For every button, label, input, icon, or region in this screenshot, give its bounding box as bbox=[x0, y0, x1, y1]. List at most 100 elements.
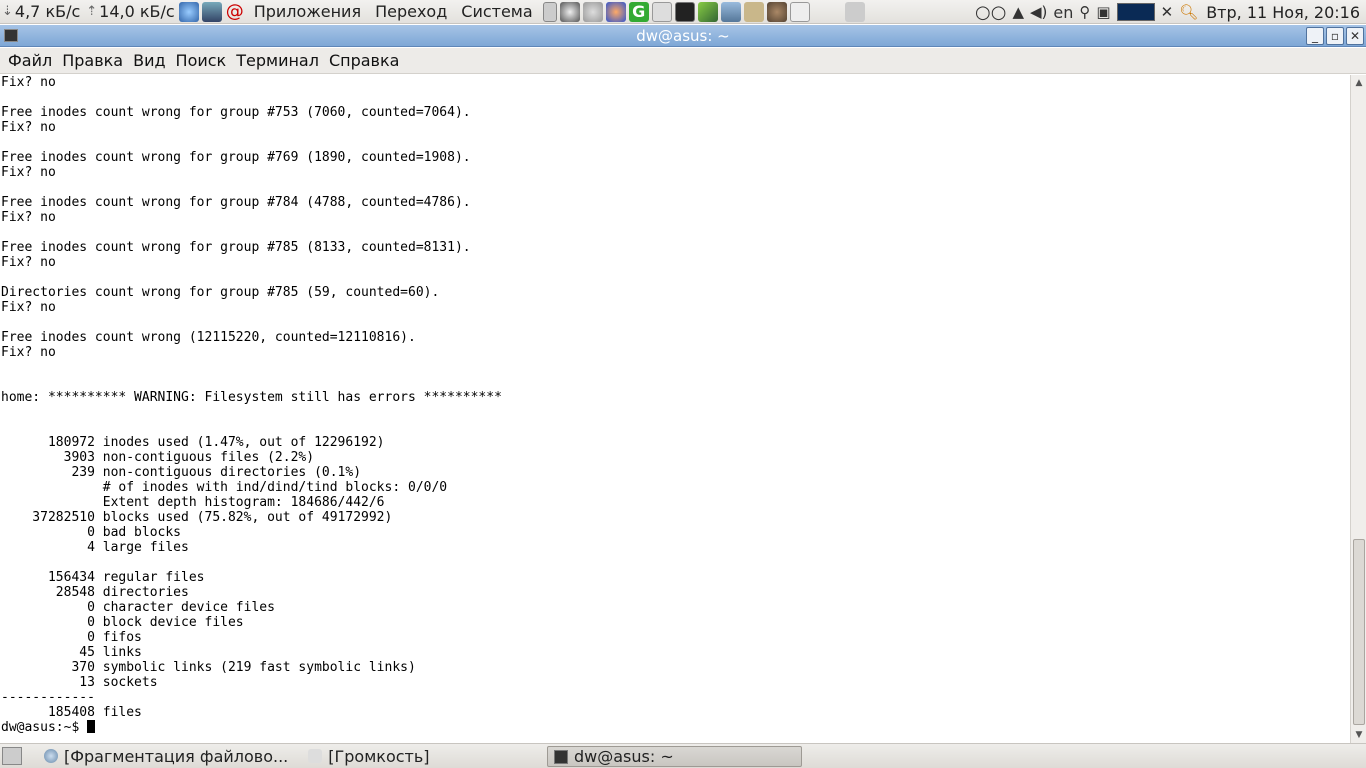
task-defrag-label: [Фрагментация файлово... bbox=[64, 746, 289, 766]
keyboard-layout[interactable]: en bbox=[1053, 3, 1073, 22]
terminal-task-icon bbox=[554, 749, 568, 764]
task-terminal-active[interactable]: dw@asus: ~ bbox=[547, 746, 802, 767]
debian-logo-icon[interactable]: @ bbox=[225, 1, 245, 22]
launcher-icons: G bbox=[542, 1, 868, 22]
clock[interactable]: Втр, 11 Ноя, 20:16 bbox=[1206, 3, 1360, 22]
menu-system[interactable]: Система bbox=[461, 2, 532, 21]
terminal-line: Free inodes count wrong for group #753 (… bbox=[1, 105, 471, 120]
terminal-line: 0 character device files bbox=[1, 600, 275, 615]
terminal-line: Fix? no bbox=[1, 210, 56, 225]
usb-icon[interactable] bbox=[542, 1, 557, 22]
terminal-line: 37282510 blocks used (75.82%, out of 491… bbox=[1, 510, 393, 525]
clipboard-icon[interactable]: ▣ bbox=[1096, 3, 1110, 21]
menu-view[interactable]: Вид bbox=[133, 51, 165, 70]
terminal-line: Free inodes count wrong for group #784 (… bbox=[1, 195, 471, 210]
webcam-icon[interactable] bbox=[559, 1, 580, 22]
terminal-line: 45 links bbox=[1, 645, 142, 660]
system-tray: ○○ ▲ ◀) en ⚲ ▣ ✕ 🔍︎ Втр, 11 Ноя, 20:16 bbox=[969, 0, 1360, 24]
terminal-line: Free inodes count wrong (12115220, count… bbox=[1, 330, 416, 345]
lock-icon[interactable]: ▲ bbox=[1012, 3, 1024, 21]
terminal-output[interactable]: Fix? no Free inodes count wrong for grou… bbox=[0, 75, 1350, 743]
system-monitor-graph[interactable] bbox=[1116, 3, 1155, 21]
maximize-button[interactable]: ▫ bbox=[1326, 27, 1344, 45]
gimp-icon[interactable]: G bbox=[628, 1, 649, 22]
disk-icon[interactable] bbox=[743, 1, 764, 22]
virtualbox-icon[interactable] bbox=[201, 1, 222, 22]
terminal-line: 28548 directories bbox=[1, 585, 189, 600]
volume-icon[interactable]: ◀) bbox=[1030, 3, 1047, 21]
show-desktop-icon[interactable] bbox=[2, 747, 22, 765]
minimize-button[interactable]: _ bbox=[1306, 27, 1324, 45]
terminal-scrollbar[interactable]: ▲ ▼ bbox=[1350, 75, 1366, 743]
net-download: ⇣ 4,7 кБ/с bbox=[2, 2, 80, 21]
net-upload: ⇡ 14,0 кБ/с bbox=[86, 2, 174, 21]
menu-help[interactable]: Справка bbox=[329, 51, 400, 70]
terminal-line: 239 non-contiguous directories (0.1%) bbox=[1, 465, 362, 480]
terminal-icon[interactable] bbox=[674, 1, 695, 22]
menu-file[interactable]: Файл bbox=[8, 51, 52, 70]
gadget-icon[interactable] bbox=[844, 1, 865, 22]
terminal-line: 4 large files bbox=[1, 540, 189, 555]
terminal-line: Fix? no bbox=[1, 75, 56, 90]
chromium-icon[interactable] bbox=[178, 1, 199, 22]
top-panel: ⇣ 4,7 кБ/с ⇡ 14,0 кБ/с @ Приложения Пере… bbox=[0, 0, 1366, 24]
net-download-value: 4,7 кБ/с bbox=[14, 2, 81, 21]
glasses-icon[interactable]: ○○ bbox=[975, 2, 1006, 23]
terminal-line: Free inodes count wrong for group #769 (… bbox=[1, 150, 471, 165]
menu-edit[interactable]: Правка bbox=[62, 51, 123, 70]
terminal-line: Fix? no bbox=[1, 255, 56, 270]
terminal-line: 185408 files bbox=[1, 705, 142, 720]
network-icon[interactable] bbox=[582, 1, 603, 22]
tab-app-icon[interactable] bbox=[789, 1, 810, 22]
network-manager-icon[interactable]: ✕ bbox=[1161, 3, 1174, 21]
terminal-prompt-line[interactable]: dw@asus:~$ bbox=[1, 720, 1350, 735]
scroll-down-arrow-icon[interactable]: ▼ bbox=[1353, 729, 1365, 741]
scroll-up-arrow-icon[interactable]: ▲ bbox=[1353, 77, 1365, 89]
terminal-prompt: dw@asus:~$ bbox=[1, 720, 88, 735]
menu-applications[interactable]: Приложения bbox=[254, 2, 361, 21]
terminal-line: ------------ bbox=[1, 690, 95, 705]
terminal-line: 13 sockets bbox=[1, 675, 158, 690]
terminal-lines: Fix? no Free inodes count wrong for grou… bbox=[0, 75, 1350, 735]
settings-icon[interactable] bbox=[766, 1, 787, 22]
menubar: Файл Правка Вид Поиск Терминал Справка bbox=[0, 48, 1366, 74]
calculator-icon[interactable] bbox=[651, 1, 672, 22]
search-tool-icon[interactable]: ⚲ bbox=[1079, 3, 1090, 21]
firefox-icon[interactable] bbox=[605, 1, 626, 22]
scrollbar-thumb[interactable] bbox=[1353, 539, 1365, 725]
search-icon[interactable]: 🔍︎ bbox=[1179, 3, 1198, 21]
terminal-line: Fix? no bbox=[1, 165, 56, 180]
terminal-line: 180972 inodes used (1.47%, out of 122961… bbox=[1, 435, 385, 450]
editor-icon[interactable] bbox=[697, 1, 718, 22]
terminal-line: home: ********** WARNING: Filesystem sti… bbox=[1, 390, 502, 405]
menu-terminal[interactable]: Терминал bbox=[236, 51, 319, 70]
terminal-app-icon[interactable] bbox=[4, 29, 18, 42]
menu-places[interactable]: Переход bbox=[375, 2, 447, 21]
task-volume[interactable]: [Громкость] bbox=[308, 747, 430, 766]
net-upload-value: 14,0 кБ/с bbox=[99, 2, 175, 21]
terminal-line: Fix? no bbox=[1, 300, 56, 315]
terminal-line: 156434 regular files bbox=[1, 570, 205, 585]
window-titlebar[interactable]: dw@asus: ~ _ ▫ ✕ bbox=[0, 25, 1366, 47]
terminal-line: Extent depth histogram: 184686/442/6 bbox=[1, 495, 385, 510]
terminal-line: 370 symbolic links (219 fast symbolic li… bbox=[1, 660, 416, 675]
task-defrag[interactable]: [Фрагментация файлово... bbox=[44, 747, 288, 766]
window-list-icon[interactable] bbox=[720, 1, 741, 22]
terminal-line: 0 bad blocks bbox=[1, 525, 182, 540]
terminal-line: # of inodes with ind/dind/tind blocks: 0… bbox=[1, 480, 448, 495]
menu-search[interactable]: Поиск bbox=[176, 51, 227, 70]
network-down-icon: ⇣ bbox=[2, 4, 13, 19]
window-title: dw@asus: ~ bbox=[636, 27, 730, 45]
bottom-panel: [Фрагментация файлово... [Громкость] dw@… bbox=[0, 743, 1366, 768]
terminal-line: 0 block device files bbox=[1, 615, 244, 630]
close-button[interactable]: ✕ bbox=[1346, 27, 1364, 45]
